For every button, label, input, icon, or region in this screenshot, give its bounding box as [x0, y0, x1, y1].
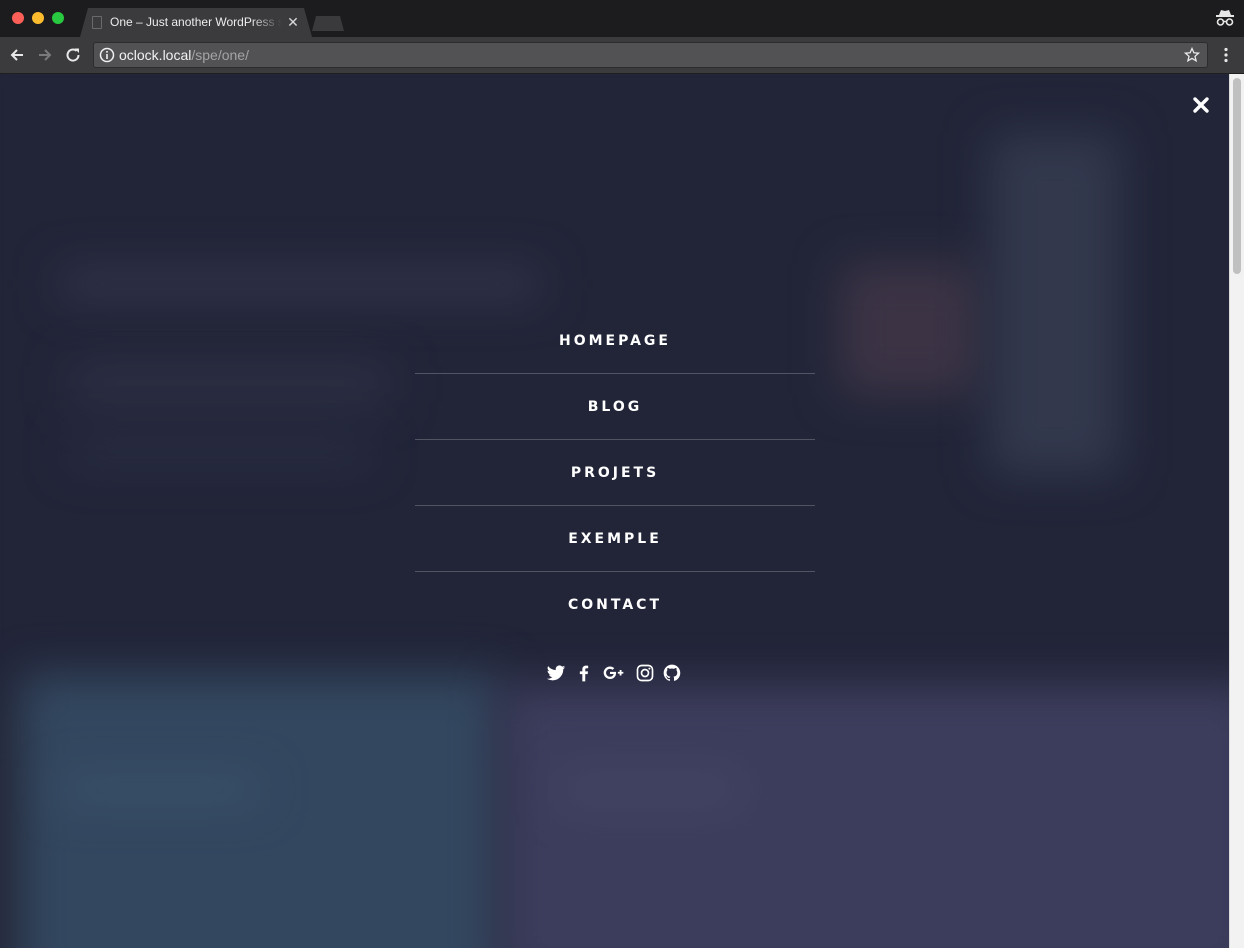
menu-item-projets[interactable]: PROJETS [415, 440, 815, 506]
window-zoom-button[interactable] [52, 12, 64, 24]
vertical-scrollbar[interactable] [1229, 74, 1244, 948]
new-tab-button[interactable] [312, 16, 344, 31]
reload-icon[interactable] [64, 46, 82, 64]
browser-menu-icon[interactable] [1218, 46, 1234, 64]
site-info-icon[interactable] [99, 47, 115, 63]
url-text[interactable]: oclock.local/spe/one/ [119, 47, 249, 64]
forward-arrow-icon[interactable] [36, 46, 54, 64]
google-plus-icon[interactable] [601, 663, 627, 683]
window-minimize-button[interactable] [32, 12, 44, 24]
scrollbar-thumb[interactable] [1233, 78, 1241, 274]
tab-close-icon[interactable]: ✕ [286, 14, 300, 30]
back-arrow-icon[interactable] [8, 46, 26, 64]
browser-tab-bar: One – Just another WordPress site ✕ [0, 0, 1244, 37]
social-links [546, 662, 682, 684]
browser-tab[interactable]: One – Just another WordPress site ✕ [80, 8, 312, 37]
overlay-nav-menu: HOMEPAGE BLOG PROJETS EXEMPLE CONTACT [415, 308, 815, 637]
instagram-icon[interactable] [635, 663, 655, 683]
facebook-icon[interactable] [574, 663, 594, 683]
url-path: /spe/one/ [191, 47, 249, 63]
tab-title: One – Just another WordPress site [110, 15, 282, 29]
window-close-button[interactable] [12, 12, 24, 24]
twitter-icon[interactable] [546, 663, 566, 683]
close-icon[interactable] [1190, 94, 1212, 116]
url-host: oclock.local [119, 47, 192, 63]
menu-item-exemple[interactable]: EXEMPLE [415, 506, 815, 572]
browser-toolbar: oclock.local/spe/one/ [0, 37, 1244, 74]
page-viewport: HOMEPAGE BLOG PROJETS EXEMPLE CONTACT [0, 74, 1229, 948]
menu-item-contact[interactable]: CONTACT [415, 572, 815, 637]
menu-item-blog[interactable]: BLOG [415, 374, 815, 440]
menu-item-homepage[interactable]: HOMEPAGE [415, 308, 815, 374]
address-bar[interactable]: oclock.local/spe/one/ [93, 42, 1208, 68]
github-icon[interactable] [662, 663, 682, 683]
incognito-icon[interactable] [1214, 7, 1236, 29]
page-favicon-icon [92, 16, 102, 29]
bookmark-star-icon[interactable] [1184, 47, 1200, 63]
